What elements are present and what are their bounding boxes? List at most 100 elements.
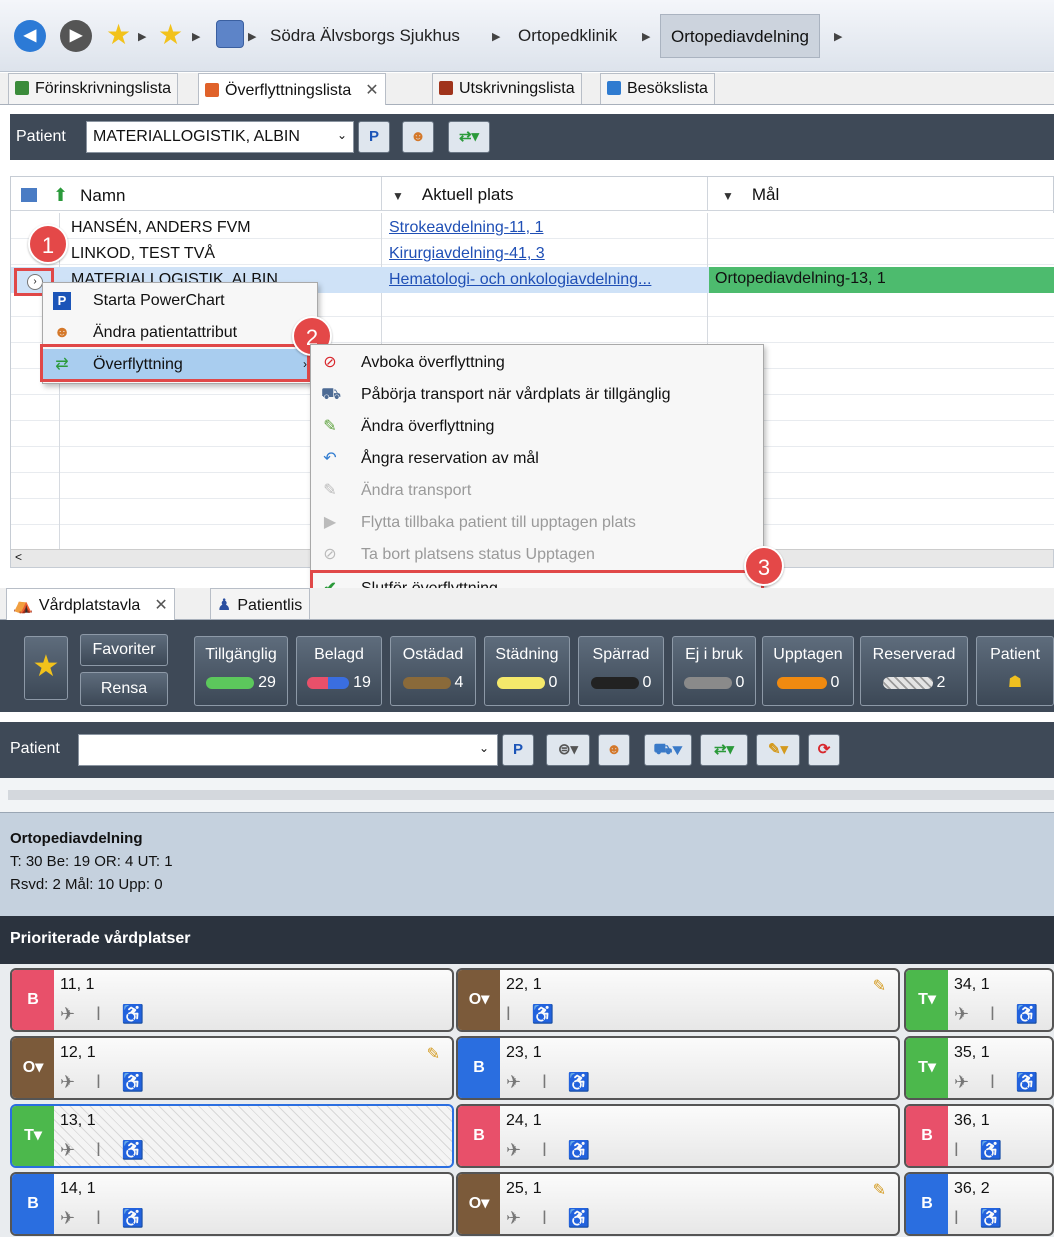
- bed-slot[interactable]: B 14, 1 ✈ ǀ ♿: [10, 1172, 454, 1236]
- stat-sparrad[interactable]: Spärrad 0: [578, 636, 664, 706]
- menu-item-andra-overflyttning[interactable]: ✎ Ändra överflyttning: [311, 411, 763, 443]
- stat-upptagen[interactable]: Upptagen 0: [762, 636, 854, 706]
- tab-forinskrivningslista[interactable]: Förinskrivningslista: [8, 73, 179, 104]
- patient-attributes-button[interactable]: ☻: [402, 121, 434, 153]
- stat-belagd[interactable]: Belagd 19: [296, 636, 382, 706]
- stat-count: 0: [642, 674, 652, 691]
- clear-button[interactable]: Rensa: [80, 672, 168, 706]
- tab-vardplatstavla[interactable]: ⛺ Vårdplatstavla ✕: [6, 588, 175, 620]
- bed-slot[interactable]: O▾ 22, 1 ǀ ♿ ✎: [456, 968, 900, 1032]
- bed-icons: ✈ ǀ ♿: [954, 1004, 1047, 1024]
- bed-status: T▾: [906, 1038, 948, 1098]
- star-icon[interactable]: ★: [106, 18, 131, 51]
- view-dropdown-button[interactable]: ⊜▾: [546, 734, 590, 766]
- patient-toolbar: Patient MATERIALLOGISTIK, ALBIN ⌄ P ☻ ⇄▾: [10, 114, 1054, 160]
- breadcrumb-hospital[interactable]: Södra Älvsborgs Sjukhus: [270, 26, 460, 46]
- bed-slot[interactable]: B 23, 1 ✈ ǀ ♿: [456, 1036, 900, 1100]
- stat-label: Upptagen: [773, 646, 843, 663]
- table-row-name[interactable]: LINKOD, TEST TVÅ: [71, 245, 215, 263]
- table-row-place-link[interactable]: Strokeavdelning-11, 1: [389, 219, 543, 237]
- status-pill: [307, 676, 350, 689]
- p-icon: P: [53, 292, 71, 310]
- columns-icon[interactable]: [21, 188, 37, 202]
- bed-slot[interactable]: T▾ 34, 1 ✈ ǀ ♿: [904, 968, 1054, 1032]
- table-row-name[interactable]: HANSÉN, ANDERS FVM: [71, 219, 251, 237]
- menu-item-paborja-transport[interactable]: ⛟ Påbörja transport när vårdplats är till…: [311, 379, 763, 411]
- bed-slot-reserved[interactable]: T▾ 13, 1 ✈ ǀ ♿: [10, 1104, 454, 1168]
- bed-slot[interactable]: O▾ 25, 1 ✈ ǀ ♿ ✎: [456, 1172, 900, 1236]
- breadcrumb-ward[interactable]: Ortopediavdelning: [660, 14, 820, 58]
- bed-slot[interactable]: B 36, 2 ǀ ♿: [904, 1172, 1054, 1236]
- stat-tillganglig[interactable]: Tillgänglig 29: [194, 636, 288, 706]
- chevron-right-icon[interactable]: ▶: [834, 30, 842, 43]
- bed-slot[interactable]: B 36, 1 ǀ ♿: [904, 1104, 1054, 1168]
- bed-slot[interactable]: O▾ 12, 1 ✈ ǀ ♿ ✎: [10, 1036, 454, 1100]
- stat-label: Patient: [990, 646, 1040, 663]
- cleaning-dropdown-button[interactable]: ✎▾: [756, 734, 800, 766]
- column-header-place[interactable]: ▼ Aktuell plats: [381, 177, 707, 211]
- tab-utskrivningslista[interactable]: Utskrivningslista: [432, 73, 582, 104]
- powerchart-button[interactable]: P: [358, 121, 390, 153]
- tab-overflyttningslista[interactable]: Överflyttningslista ✕: [198, 73, 386, 105]
- table-row-place-link[interactable]: Hematologi- och onkologiavdelning...: [389, 271, 651, 289]
- play-icon: ▶: [323, 514, 337, 531]
- menu-item-angra-reservation[interactable]: ↶ Ångra reservation av mål: [311, 443, 763, 475]
- patient-select[interactable]: MATERIALLOGISTIK, ALBIN ⌄: [86, 121, 354, 153]
- column-header-goal[interactable]: ▼ Mål: [707, 177, 1054, 211]
- bed-id: 13, 1: [60, 1112, 96, 1129]
- status-pill: [882, 676, 933, 689]
- tab-besokslista[interactable]: Besökslista: [600, 73, 715, 104]
- patient-label: Patient: [16, 128, 66, 145]
- star-dropdown-icon[interactable]: ▶: [138, 30, 146, 43]
- stat-reserverad[interactable]: Reserverad 2: [860, 636, 968, 706]
- status-pill: [206, 676, 255, 689]
- menu-item-starta-powerchart[interactable]: P Starta PowerChart: [43, 285, 317, 317]
- patient-filter-select[interactable]: ⌄: [78, 734, 498, 766]
- refresh-icon[interactable]: ⟳: [808, 734, 840, 766]
- menu-item-ta-bort-status: ⊘ Ta bort platsens status Upptagen: [311, 539, 763, 571]
- grid-icon[interactable]: [216, 20, 244, 48]
- tab-patientlista[interactable]: ♟ Patientlis: [210, 588, 310, 619]
- bed-slot[interactable]: T▾ 35, 1 ✈ ǀ ♿: [904, 1036, 1054, 1100]
- close-icon[interactable]: ✕: [154, 597, 167, 614]
- add-favorite-icon[interactable]: ★: [158, 18, 183, 51]
- undo-icon: ↶: [323, 450, 337, 467]
- goal-cell[interactable]: Ortopediavdelning-13, 1: [709, 267, 1054, 293]
- transfer-dropdown-button[interactable]: ⇄▾: [448, 121, 490, 153]
- stat-count: 19: [353, 674, 371, 691]
- table-row-place-link[interactable]: Kirurgiavdelning-41, 3: [389, 245, 545, 263]
- patient-attributes-button[interactable]: ☻: [598, 734, 630, 766]
- close-icon[interactable]: ✕: [365, 82, 378, 99]
- ambulance-icon: ⛟: [321, 386, 342, 403]
- stat-stadning[interactable]: Städning 0: [484, 636, 570, 706]
- stat-count: 2: [936, 674, 946, 691]
- transfer-dropdown-button[interactable]: ⇄▾: [700, 734, 748, 766]
- row-expander-icon[interactable]: ›: [27, 274, 43, 290]
- favorites-button[interactable]: Favoriter: [80, 634, 168, 666]
- add-favorite-dropdown-icon[interactable]: ▶: [192, 30, 200, 43]
- menu-item-andra-transport: ✎ Ändra transport: [311, 475, 763, 507]
- bed-icons: ǀ ♿: [954, 1140, 1011, 1160]
- splitter[interactable]: [8, 790, 1054, 800]
- scroll-left-icon[interactable]: <: [15, 550, 22, 564]
- calendar-icon: [607, 81, 621, 95]
- step-badge-1: 1: [28, 224, 68, 264]
- bed-id: 14, 1: [60, 1180, 96, 1197]
- bed-id: 36, 1: [954, 1112, 990, 1129]
- breadcrumb-clinic[interactable]: Ortopedklinik: [518, 26, 617, 46]
- stat-ej-i-bruk[interactable]: Ej i bruk 0: [672, 636, 756, 706]
- powerchart-button[interactable]: P: [502, 734, 534, 766]
- stat-patient[interactable]: Patient ☗: [976, 636, 1054, 706]
- bed-dropdown-button[interactable]: ⛟▾: [644, 734, 692, 766]
- column-header-name[interactable]: ⬆ Namn: [11, 177, 381, 211]
- forward-icon[interactable]: ▶: [60, 20, 92, 52]
- bed-icons: ✈ ǀ ♿: [60, 1004, 153, 1024]
- menu-item-avboka[interactable]: ⊘ Avboka överflyttning: [311, 347, 763, 379]
- bed-status: B: [458, 1038, 500, 1098]
- add-favorite-button[interactable]: ★: [24, 636, 68, 700]
- bed-slot[interactable]: B 11, 1 ✈ ǀ ♿: [10, 968, 454, 1032]
- bed-slot[interactable]: B 24, 1 ✈ ǀ ♿: [456, 1104, 900, 1168]
- person-icon: ☻: [53, 324, 71, 341]
- stat-ostadad[interactable]: Ostädad 4: [390, 636, 476, 706]
- back-icon[interactable]: ◀: [14, 20, 46, 52]
